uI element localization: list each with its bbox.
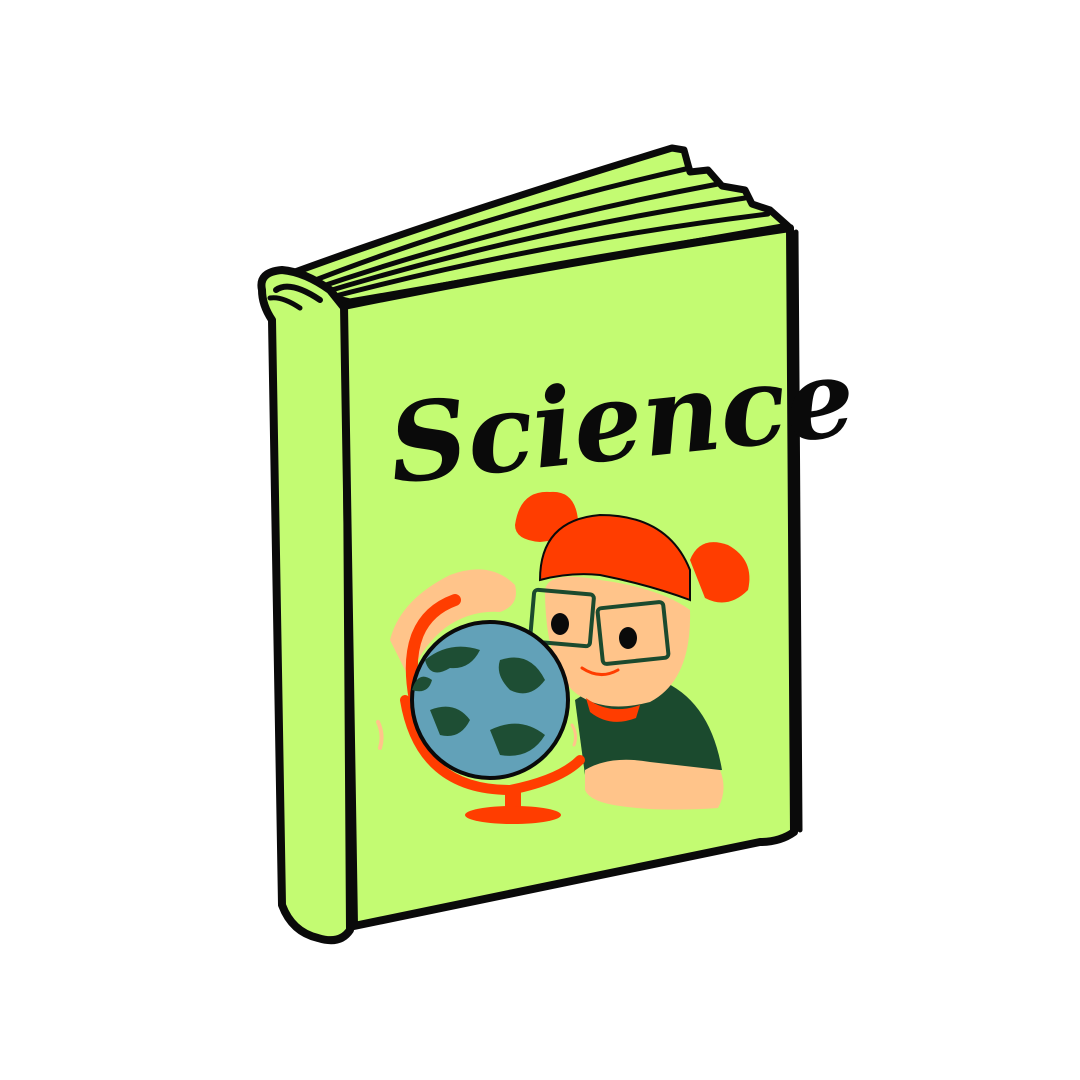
science-book-illustration: Science — [257, 144, 860, 945]
canvas: Science — [0, 0, 1080, 1080]
book-spine — [257, 266, 354, 945]
